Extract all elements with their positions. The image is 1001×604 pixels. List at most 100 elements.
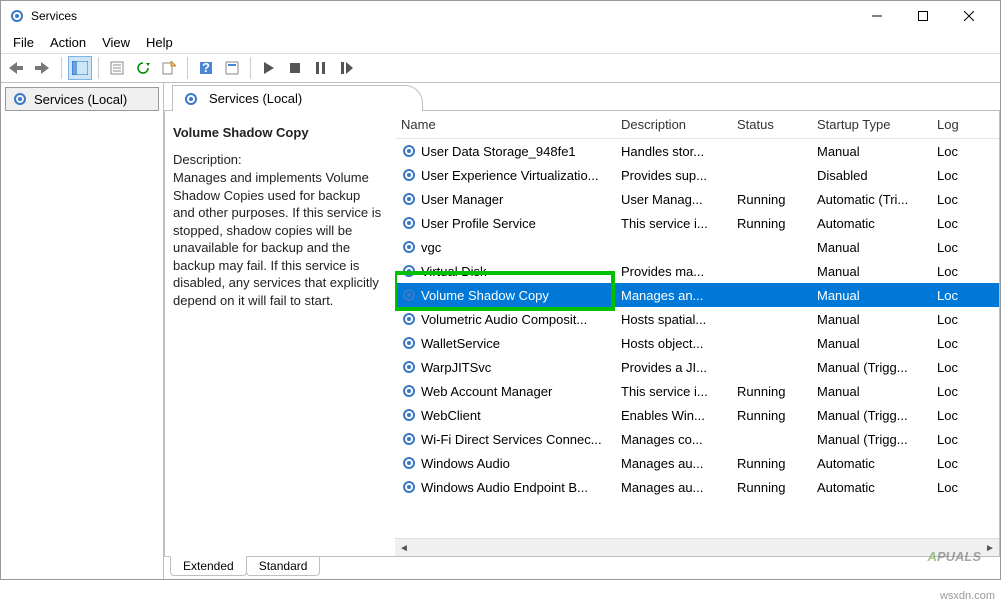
service-row[interactable]: WebClientEnables Win...RunningManual (Tr… [395, 403, 999, 427]
cell-startup: Manual [811, 259, 931, 283]
cell-startup: Manual [811, 139, 931, 163]
tab-standard[interactable]: Standard [246, 557, 321, 576]
column-header-description[interactable]: Description [615, 111, 731, 138]
column-header-startup[interactable]: Startup Type [811, 111, 931, 138]
cell-status [731, 235, 811, 259]
service-row[interactable]: Virtual DiskProvides ma...ManualLoc [395, 259, 999, 283]
gear-icon [401, 191, 417, 207]
gear-icon [183, 91, 199, 107]
cell-name: Windows Audio [395, 451, 615, 475]
service-row[interactable]: Volume Shadow CopyManages an...ManualLoc [395, 283, 999, 307]
export-list-button[interactable] [157, 56, 181, 80]
cell-logon: Loc [931, 187, 999, 211]
tab-extended[interactable]: Extended [170, 556, 247, 576]
properties-button[interactable] [105, 56, 129, 80]
cell-status [731, 355, 811, 379]
cell-name: Wi-Fi Direct Services Connec... [395, 427, 615, 451]
cell-description: Provides sup... [615, 163, 731, 187]
service-row[interactable]: Windows Audio Endpoint B...Manages au...… [395, 475, 999, 499]
menu-help[interactable]: Help [140, 33, 179, 52]
content-panel: Volume Shadow Copy Description: Manages … [164, 111, 1000, 557]
cell-logon: Loc [931, 451, 999, 475]
help-button[interactable]: ? [194, 56, 218, 80]
gear-icon [401, 455, 417, 471]
close-button[interactable] [946, 1, 992, 31]
gear-icon [401, 263, 417, 279]
service-row[interactable]: User Profile ServiceThis service i...Run… [395, 211, 999, 235]
cell-description: Hosts spatial... [615, 307, 731, 331]
stop-service-button[interactable] [283, 56, 307, 80]
gear-icon [401, 287, 417, 303]
service-row[interactable]: User Data Storage_948fe1Handles stor...M… [395, 139, 999, 163]
column-header-logon[interactable]: Log [931, 111, 999, 138]
cell-name: Virtual Disk [395, 259, 615, 283]
toolbar-separator [187, 57, 188, 79]
menu-action[interactable]: Action [44, 33, 92, 52]
gear-icon [401, 407, 417, 423]
cell-startup: Manual [811, 331, 931, 355]
service-row[interactable]: Volumetric Audio Composit...Hosts spatia… [395, 307, 999, 331]
tree-item-label: Services (Local) [34, 92, 127, 107]
cell-status [731, 427, 811, 451]
gear-icon [12, 91, 28, 107]
service-row[interactable]: Wi-Fi Direct Services Connec...Manages c… [395, 427, 999, 451]
cell-startup: Automatic [811, 211, 931, 235]
menu-file[interactable]: File [7, 33, 40, 52]
menu-view[interactable]: View [96, 33, 136, 52]
service-row[interactable]: vgcManualLoc [395, 235, 999, 259]
cell-status [731, 283, 811, 307]
service-row[interactable]: User ManagerUser Manag...RunningAutomati… [395, 187, 999, 211]
cell-logon: Loc [931, 259, 999, 283]
cell-description: Manages au... [615, 475, 731, 499]
restart-service-button[interactable] [335, 56, 359, 80]
start-service-button[interactable] [257, 56, 281, 80]
gear-icon [401, 479, 417, 495]
cell-description: Handles stor... [615, 139, 731, 163]
forward-button[interactable] [31, 56, 55, 80]
action-button[interactable] [220, 56, 244, 80]
cell-name: vgc [395, 235, 615, 259]
service-row[interactable]: Web Account ManagerThis service i...Runn… [395, 379, 999, 403]
gear-icon [401, 143, 417, 159]
service-row[interactable]: User Experience Virtualizatio...Provides… [395, 163, 999, 187]
cell-startup: Automatic (Tri... [811, 187, 931, 211]
scrollbar-left-arrow[interactable]: ◄ [395, 539, 413, 556]
column-header-name[interactable]: Name [395, 111, 615, 138]
cell-name: WalletService [395, 331, 615, 355]
window-title: Services [31, 9, 854, 23]
cell-startup: Manual [811, 283, 931, 307]
svg-text:?: ? [202, 61, 210, 75]
content-tab[interactable]: Services (Local) [172, 85, 423, 111]
cell-startup: Manual (Trigg... [811, 403, 931, 427]
column-header-status[interactable]: Status [731, 111, 811, 138]
horizontal-scrollbar[interactable]: ◄ ► [395, 538, 999, 556]
cell-description [615, 235, 731, 259]
scrollbar-right-arrow[interactable]: ► [981, 539, 999, 556]
cell-status [731, 307, 811, 331]
gear-icon [401, 311, 417, 327]
minimize-button[interactable] [854, 1, 900, 31]
service-row[interactable]: WarpJITSvcProvides a JI...Manual (Trigg.… [395, 355, 999, 379]
cell-name: Volume Shadow Copy [395, 283, 615, 307]
refresh-button[interactable] [131, 56, 155, 80]
cell-status: Running [731, 211, 811, 235]
bottom-tabs: Extended Standard [164, 557, 1000, 579]
pause-service-button[interactable] [309, 56, 333, 80]
source-label: wsxdn.com [940, 590, 995, 602]
tree-item-services-local[interactable]: Services (Local) [5, 87, 159, 111]
show-hide-tree-button[interactable] [68, 56, 92, 80]
description-label: Description: [173, 152, 385, 167]
description-text: Manages and implements Volume Shadow Cop… [173, 169, 385, 309]
service-row[interactable]: Windows AudioManages au...RunningAutomat… [395, 451, 999, 475]
back-button[interactable] [5, 56, 29, 80]
cell-status: Running [731, 379, 811, 403]
cell-name: WebClient [395, 403, 615, 427]
gear-icon [401, 215, 417, 231]
detail-pane: Volume Shadow Copy Description: Manages … [165, 111, 395, 556]
cell-name: User Experience Virtualizatio... [395, 163, 615, 187]
cell-startup: Automatic [811, 451, 931, 475]
cell-logon: Loc [931, 283, 999, 307]
service-row[interactable]: WalletServiceHosts object...ManualLoc [395, 331, 999, 355]
maximize-button[interactable] [900, 1, 946, 31]
listview-body[interactable]: User Data Storage_948fe1Handles stor...M… [395, 139, 999, 538]
